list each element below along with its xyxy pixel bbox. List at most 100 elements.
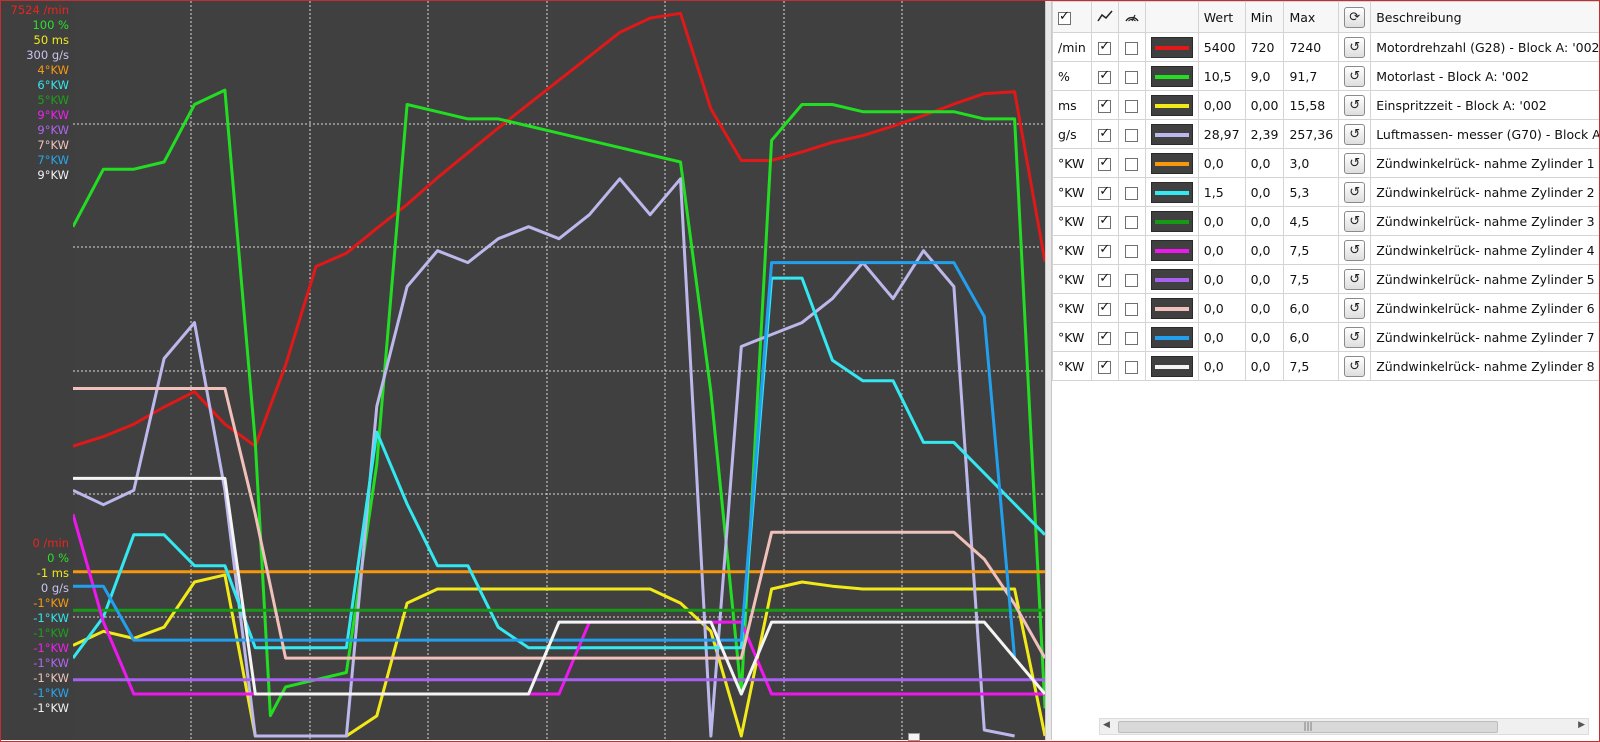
row-reset[interactable]: ↺ xyxy=(1338,293,1372,323)
row-color[interactable] xyxy=(1144,32,1199,62)
graph-checkbox[interactable] xyxy=(1098,155,1112,171)
gauge-checkbox[interactable] xyxy=(1125,360,1139,374)
row-color[interactable] xyxy=(1144,119,1199,149)
row-reset[interactable]: ↺ xyxy=(1338,351,1372,381)
color-swatch[interactable] xyxy=(1150,297,1193,319)
table-row[interactable]: °KW0,00,04,5↺Zündwinkelrück- nahme Zylin… xyxy=(1052,206,1599,236)
row-color[interactable] xyxy=(1144,293,1199,323)
color-swatch[interactable] xyxy=(1150,152,1193,174)
gauge-checkbox[interactable] xyxy=(1125,244,1139,258)
row-gauge-toggle[interactable] xyxy=(1117,293,1146,323)
resize-handle[interactable] xyxy=(908,733,920,741)
line-chart[interactable] xyxy=(73,1,1045,740)
color-swatch[interactable] xyxy=(1150,181,1193,203)
row-reset[interactable]: ↺ xyxy=(1338,148,1372,178)
header-select-all[interactable] xyxy=(1052,1,1092,33)
gauge-checkbox[interactable] xyxy=(1125,302,1139,316)
row-gauge-toggle[interactable] xyxy=(1117,351,1146,381)
row-color[interactable] xyxy=(1144,148,1199,178)
reset-icon[interactable]: ↺ xyxy=(1344,268,1366,290)
color-swatch[interactable] xyxy=(1150,239,1193,261)
row-gauge-toggle[interactable] xyxy=(1117,322,1146,352)
table-row[interactable]: °KW 1,50,05,3↺Zündwinkelrück- nahme Zylin… xyxy=(1052,177,1599,207)
table-row[interactable]: °KW0,00,06,0↺Zündwinkelrück- nahme Zylin… xyxy=(1052,322,1599,352)
table-row[interactable]: % 10,59,091,7↺Motorlast - Block A: '002 xyxy=(1052,61,1599,91)
row-graph-toggle[interactable] xyxy=(1090,32,1119,62)
gauge-checkbox[interactable] xyxy=(1125,215,1139,229)
row-color[interactable] xyxy=(1144,235,1199,265)
row-gauge-toggle[interactable] xyxy=(1117,235,1146,265)
row-color[interactable] xyxy=(1144,206,1199,236)
row-graph-toggle[interactable] xyxy=(1090,148,1119,178)
graph-checkbox[interactable] xyxy=(1098,39,1112,55)
reset-icon[interactable]: ↺ xyxy=(1344,65,1366,87)
color-swatch[interactable] xyxy=(1150,94,1193,116)
row-gauge-toggle[interactable] xyxy=(1117,90,1146,120)
graph-checkbox[interactable] xyxy=(1098,97,1112,113)
gauge-checkbox[interactable] xyxy=(1125,128,1139,142)
row-gauge-toggle[interactable] xyxy=(1117,206,1146,236)
header-gauge-column[interactable] xyxy=(1117,1,1146,33)
scroll-left-icon[interactable]: ◀ xyxy=(1103,720,1110,730)
row-reset[interactable]: ↺ xyxy=(1338,119,1372,149)
reset-icon[interactable]: ↺ xyxy=(1344,355,1366,377)
table-row[interactable]: °KW0,00,07,5↺Zündwinkelrück- nahme Zylin… xyxy=(1052,264,1599,294)
row-gauge-toggle[interactable] xyxy=(1117,61,1146,91)
graph-checkbox[interactable] xyxy=(1098,126,1112,142)
row-graph-toggle[interactable] xyxy=(1090,90,1119,120)
gauge-checkbox[interactable] xyxy=(1125,99,1139,113)
reset-icon[interactable]: ↺ xyxy=(1344,181,1366,203)
panel-splitter[interactable] xyxy=(1045,1,1052,740)
color-swatch[interactable] xyxy=(1150,210,1193,232)
graph-checkbox[interactable] xyxy=(1098,213,1112,229)
reset-icon[interactable]: ↺ xyxy=(1344,297,1366,319)
gauge-checkbox[interactable] xyxy=(1125,186,1139,200)
color-swatch[interactable] xyxy=(1150,355,1193,377)
row-reset[interactable]: ↺ xyxy=(1338,264,1372,294)
reset-icon[interactable]: ↺ xyxy=(1344,36,1366,58)
table-row[interactable]: g/s 28,972,39257,36↺Luftmassen- messer (G… xyxy=(1052,119,1599,149)
row-color[interactable] xyxy=(1144,90,1199,120)
row-gauge-toggle[interactable] xyxy=(1117,177,1146,207)
table-row[interactable]: °KW0,00,06,0↺Zündwinkelrück- nahme Zylin… xyxy=(1052,293,1599,323)
gauge-checkbox[interactable] xyxy=(1125,70,1139,84)
reset-all-icon[interactable]: ⟳ xyxy=(1344,6,1366,28)
color-swatch[interactable] xyxy=(1150,123,1193,145)
graph-checkbox[interactable] xyxy=(1098,300,1112,316)
reset-icon[interactable]: ↺ xyxy=(1344,152,1366,174)
row-reset[interactable]: ↺ xyxy=(1338,177,1372,207)
header-reset-all[interactable]: ⟳ xyxy=(1338,1,1372,33)
row-color[interactable] xyxy=(1144,322,1199,352)
row-graph-toggle[interactable] xyxy=(1090,119,1119,149)
row-gauge-toggle[interactable] xyxy=(1117,32,1146,62)
row-color[interactable] xyxy=(1144,61,1199,91)
reset-icon[interactable]: ↺ xyxy=(1344,210,1366,232)
row-reset[interactable]: ↺ xyxy=(1338,90,1372,120)
horizontal-scrollbar[interactable]: ◀ ||| ▶ xyxy=(1099,718,1589,735)
table-row[interactable]: °KW0,00,07,5↺Zündwinkelrück- nahme Zylin… xyxy=(1052,351,1599,381)
graph-checkbox[interactable] xyxy=(1098,68,1112,84)
gauge-checkbox[interactable] xyxy=(1125,157,1139,171)
row-graph-toggle[interactable] xyxy=(1090,235,1119,265)
row-graph-toggle[interactable] xyxy=(1090,206,1119,236)
row-gauge-toggle[interactable] xyxy=(1117,148,1146,178)
graph-checkbox[interactable] xyxy=(1098,184,1112,200)
row-reset[interactable]: ↺ xyxy=(1338,32,1372,62)
color-swatch[interactable] xyxy=(1150,36,1193,58)
row-graph-toggle[interactable] xyxy=(1090,322,1119,352)
gauge-checkbox[interactable] xyxy=(1125,331,1139,345)
color-swatch[interactable] xyxy=(1150,268,1193,290)
row-color[interactable] xyxy=(1144,177,1199,207)
graph-checkbox[interactable] xyxy=(1098,329,1112,345)
row-gauge-toggle[interactable] xyxy=(1117,119,1146,149)
row-reset[interactable]: ↺ xyxy=(1338,61,1372,91)
row-reset[interactable]: ↺ xyxy=(1338,322,1372,352)
row-graph-toggle[interactable] xyxy=(1090,264,1119,294)
table-row[interactable]: ms0,000,0015,58↺Einspritzzeit - Block A:… xyxy=(1052,90,1599,120)
reset-icon[interactable]: ↺ xyxy=(1344,94,1366,116)
row-color[interactable] xyxy=(1144,351,1199,381)
row-reset[interactable]: ↺ xyxy=(1338,206,1372,236)
select-all-checkbox[interactable] xyxy=(1058,9,1071,25)
gauge-checkbox[interactable] xyxy=(1125,41,1139,55)
gauge-checkbox[interactable] xyxy=(1125,273,1139,287)
